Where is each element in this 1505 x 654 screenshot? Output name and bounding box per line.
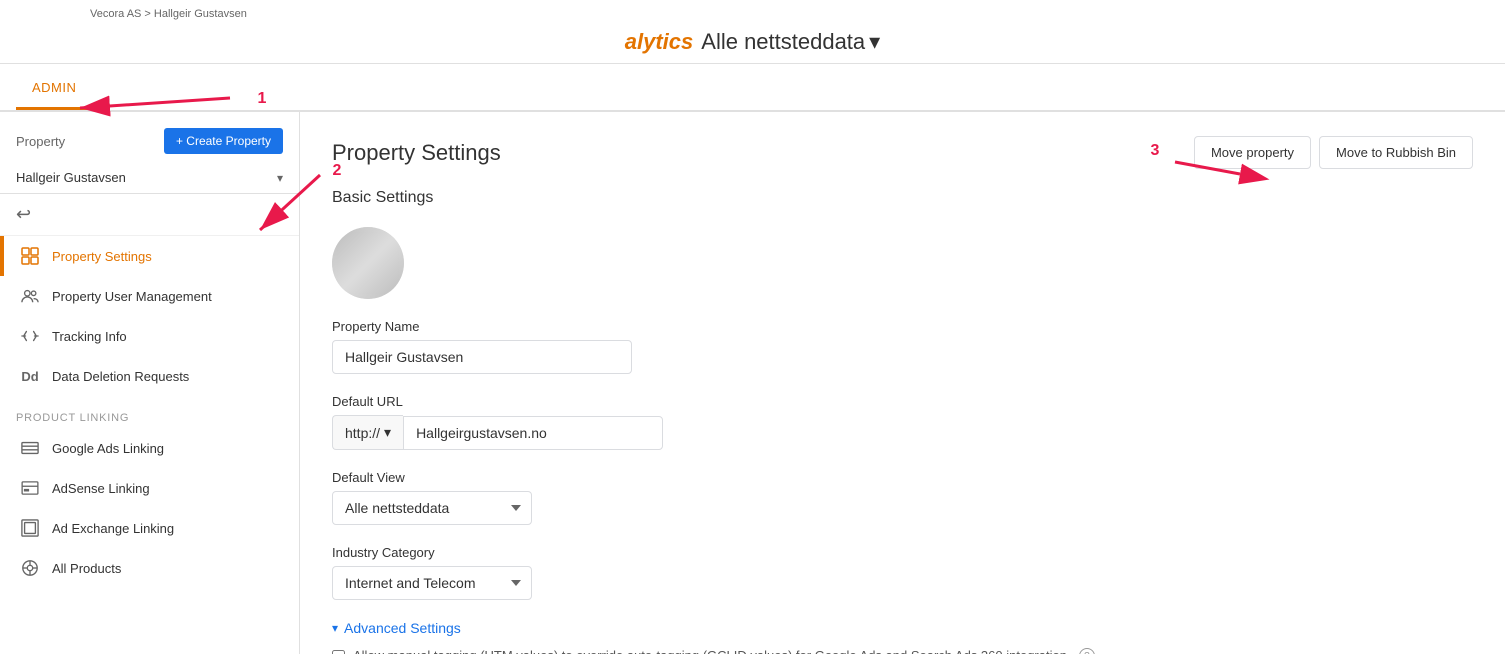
default-view-select[interactable]: Alle nettsteddata [332,491,532,525]
property-dropdown-name: Hallgeir Gustavsen [16,170,273,185]
property-dropdown-arrow-icon: ▾ [277,171,283,185]
property-name-input[interactable] [332,340,632,374]
profile-image [332,227,404,299]
basic-settings-title: Basic Settings [332,189,1473,207]
tab-admin[interactable]: ADMIN [16,66,92,110]
create-property-button[interactable]: + Create Property [164,128,283,154]
sidebar-item-ad-exchange-linking[interactable]: Ad Exchange Linking [0,508,299,548]
ad-exchange-linking-icon [20,518,40,538]
tracking-info-icon [20,326,40,346]
advanced-settings-label: Advanced Settings [344,620,461,636]
sidebar-item-tracking-info[interactable]: Tracking Info [0,316,299,356]
industry-category-label: Industry Category [332,545,1473,560]
property-name-label: Property Name [332,319,1473,334]
default-url-label: Default URL [332,394,1473,409]
property-dropdown[interactable]: Hallgeir Gustavsen ▾ [0,162,299,194]
property-column-label: Property [16,134,156,149]
advanced-settings-toggle[interactable]: ▾ Advanced Settings [332,620,1473,636]
url-input[interactable] [403,416,663,450]
move-property-button[interactable]: Move property [1194,136,1311,169]
property-user-management-label: Property User Management [52,289,212,304]
adsense-linking-label: AdSense Linking [52,481,150,496]
breadcrumb: Vecora AS > Hallgeir Gustavsen [90,8,247,20]
url-protocol-select[interactable]: http:// ▾ [332,415,403,450]
back-arrow-icon: ↩ [16,204,31,225]
manual-tagging-label: Allow manual tagging (UTM values) to ove… [353,648,1067,654]
manual-tagging-checkbox[interactable] [332,650,345,654]
page-title: Property Settings [332,140,501,166]
product-linking-header: PRODUCT LINKING [0,396,299,428]
back-button[interactable]: ↩ [0,194,299,236]
url-protocol-arrow-icon: ▾ [384,424,391,441]
google-ads-linking-icon [20,438,40,458]
default-view-label: Default View [332,470,1473,485]
sidebar-item-google-ads-linking[interactable]: Google Ads Linking [0,428,299,468]
tracking-info-label: Tracking Info [52,329,127,344]
google-ads-linking-label: Google Ads Linking [52,441,164,456]
data-deletion-icon: Dd [20,366,40,386]
property-selector-name: Alle nettsteddata [701,29,865,55]
sidebar-item-all-products[interactable]: All Products [0,548,299,588]
property-selector-arrow-icon: ▾ [869,29,880,55]
all-products-label: All Products [52,561,121,576]
url-protocol-text: http:// [345,425,380,441]
property-settings-icon [20,246,40,266]
sidebar-item-adsense-linking[interactable]: AdSense Linking [0,468,299,508]
advanced-settings-chevron-icon: ▾ [332,621,338,635]
industry-category-select[interactable]: Internet and Telecom [332,566,532,600]
sidebar-item-data-deletion-requests[interactable]: Dd Data Deletion Requests [0,356,299,396]
sidebar-item-property-settings[interactable]: Property Settings [0,236,299,276]
ad-exchange-linking-label: Ad Exchange Linking [52,521,174,536]
move-to-rubbish-bin-button[interactable]: Move to Rubbish Bin [1319,136,1473,169]
help-icon[interactable]: ? [1079,648,1095,654]
app-logo: alytics [625,29,694,55]
property-selector[interactable]: Alle nettsteddata ▾ [701,29,880,55]
property-user-management-icon [20,286,40,306]
property-settings-label: Property Settings [52,249,152,264]
data-deletion-label: Data Deletion Requests [52,369,189,384]
adsense-linking-icon [20,478,40,498]
sidebar-item-property-user-management[interactable]: Property User Management [0,276,299,316]
all-products-icon [20,558,40,578]
